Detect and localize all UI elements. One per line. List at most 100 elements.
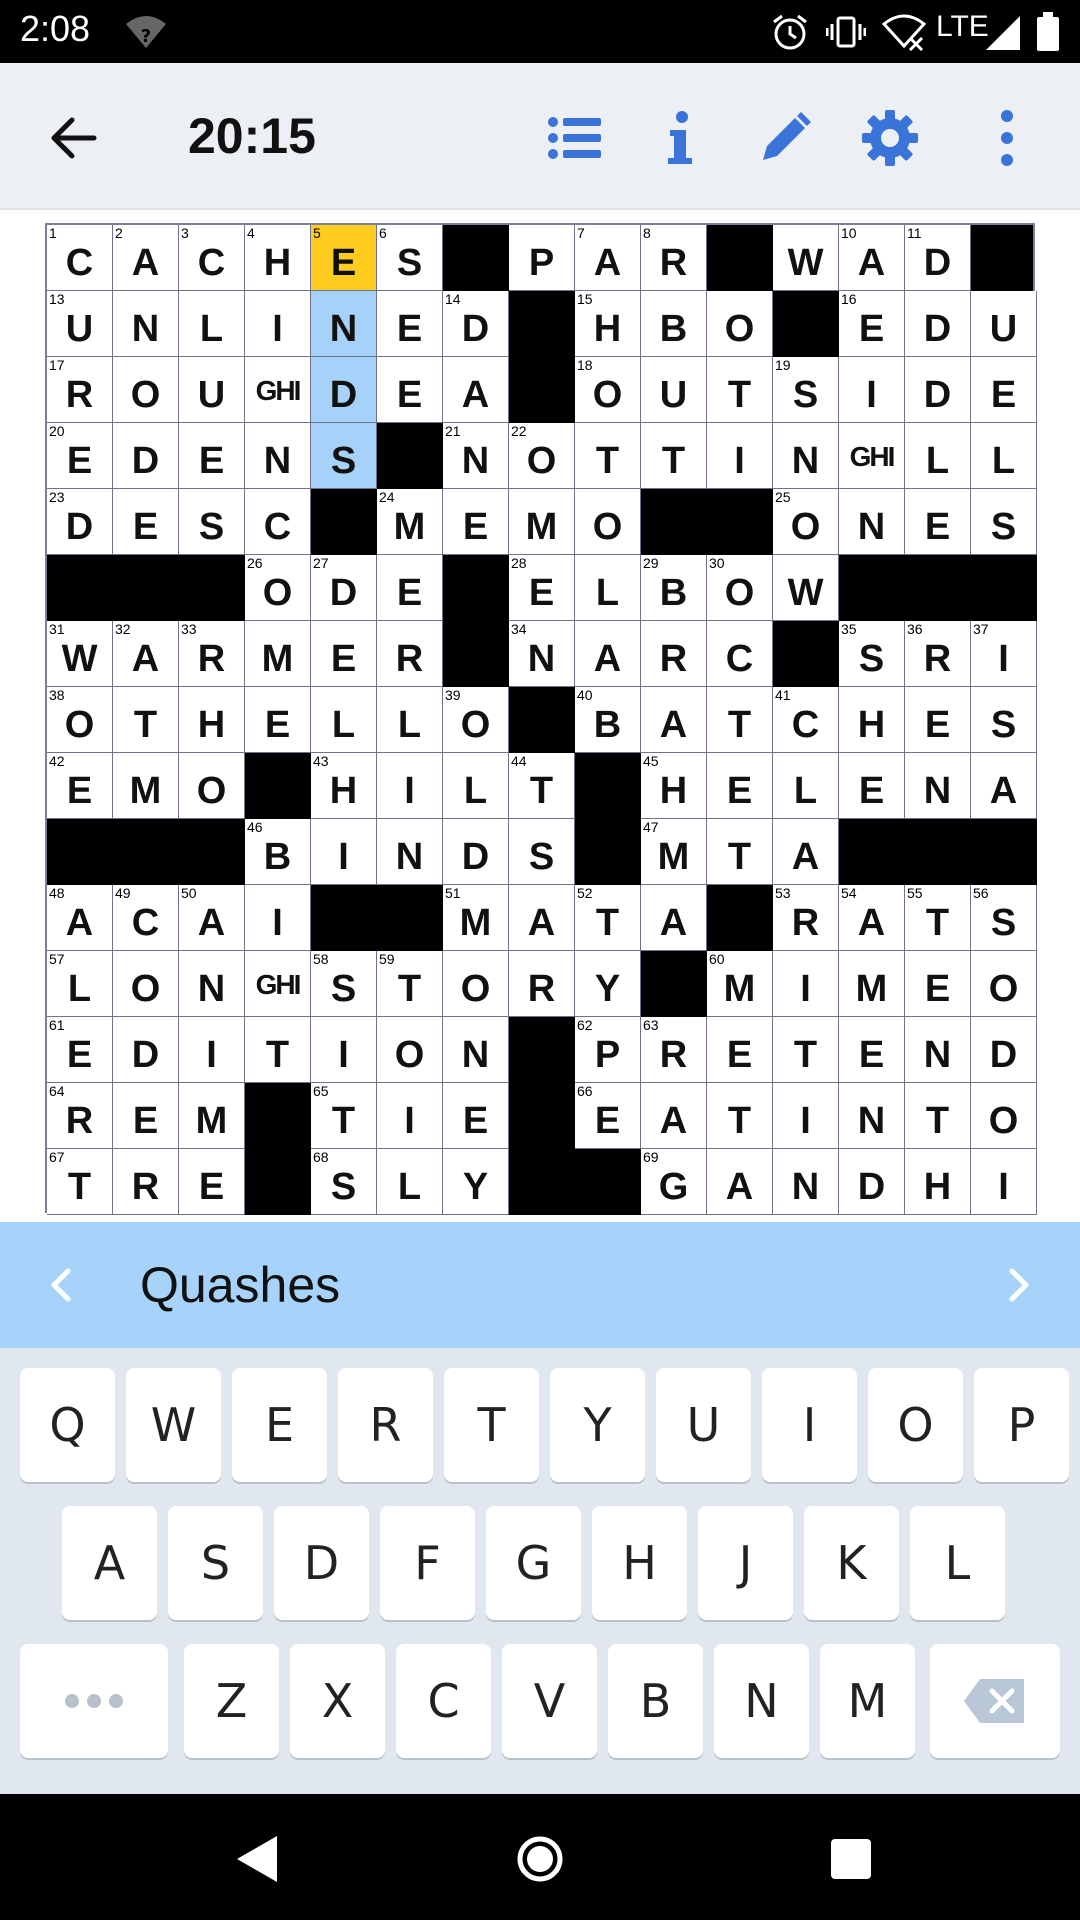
grid-cell[interactable]: 62 P (575, 1017, 641, 1083)
grid-cell[interactable]: 39 O (443, 687, 509, 753)
grid-cell[interactable]: 32 A (113, 621, 179, 687)
grid-cell[interactable]: D (905, 291, 971, 357)
grid-cell[interactable]: 13 U (47, 291, 113, 357)
key-i[interactable]: I (762, 1368, 857, 1482)
overflow-menu-icon[interactable] (972, 103, 1042, 173)
grid-cell[interactable]: 65 T (311, 1083, 377, 1149)
grid-cell[interactable]: R (509, 951, 575, 1017)
grid-cell[interactable]: N (245, 423, 311, 489)
grid-cell[interactable]: N (773, 1149, 839, 1215)
key-l[interactable]: L (910, 1506, 1005, 1620)
grid-cell[interactable]: E (179, 1149, 245, 1215)
grid-cell[interactable]: I (179, 1017, 245, 1083)
grid-cell[interactable]: R (377, 621, 443, 687)
grid-cell[interactable]: 55 T (905, 885, 971, 951)
grid-cell[interactable]: H (839, 687, 905, 753)
key-f[interactable]: F (380, 1506, 475, 1620)
grid-cell[interactable]: L (179, 291, 245, 357)
grid-cell[interactable]: E (113, 489, 179, 555)
key-d[interactable]: D (274, 1506, 369, 1620)
grid-cell[interactable]: N (311, 291, 377, 357)
grid-cell[interactable]: T (707, 819, 773, 885)
grid-cell[interactable]: E (839, 753, 905, 819)
grid-cell[interactable]: L (311, 687, 377, 753)
grid-cell[interactable]: 26 O (245, 555, 311, 621)
grid-cell[interactable]: C (707, 621, 773, 687)
grid-cell[interactable]: 43 H (311, 753, 377, 819)
key-o[interactable]: O (868, 1368, 963, 1482)
grid-cell[interactable]: I (377, 753, 443, 819)
grid-cell[interactable]: 31 W (47, 621, 113, 687)
grid-cell[interactable]: 40 B (575, 687, 641, 753)
grid-cell[interactable]: 33 R (179, 621, 245, 687)
grid-cell[interactable]: 47 M (641, 819, 707, 885)
grid-cell[interactable]: 68 S (311, 1149, 377, 1215)
info-icon[interactable] (645, 103, 715, 173)
grid-cell[interactable]: H (179, 687, 245, 753)
grid-cell[interactable]: E (839, 1017, 905, 1083)
grid-cell[interactable]: L (905, 423, 971, 489)
grid-cell[interactable]: 7A (575, 225, 641, 291)
grid-cell[interactable]: N (443, 1017, 509, 1083)
more-keys-button[interactable] (20, 1644, 168, 1758)
grid-cell[interactable]: O (377, 1017, 443, 1083)
key-t[interactable]: T (444, 1368, 539, 1482)
grid-cell[interactable]: 66 E (575, 1083, 641, 1149)
grid-cell[interactable]: D (113, 423, 179, 489)
pencil-icon[interactable] (750, 103, 820, 173)
grid-cell[interactable]: 64 R (47, 1083, 113, 1149)
key-c[interactable]: C (396, 1644, 491, 1758)
key-x[interactable]: X (290, 1644, 385, 1758)
grid-cell[interactable]: 48 A (47, 885, 113, 951)
grid-cell[interactable]: E (905, 489, 971, 555)
clue-list-icon[interactable] (540, 103, 610, 173)
grid-cell[interactable]: Y (443, 1149, 509, 1215)
grid-cell[interactable]: I (311, 1017, 377, 1083)
grid-cell[interactable]: O (971, 1083, 1037, 1149)
grid-cell[interactable]: 28 E (509, 555, 575, 621)
grid-cell[interactable]: T (707, 687, 773, 753)
grid-cell[interactable]: R (641, 621, 707, 687)
grid-cell[interactable]: I (839, 357, 905, 423)
grid-cell[interactable]: A (641, 885, 707, 951)
grid-cell[interactable]: 6S (377, 225, 443, 291)
grid-cell[interactable]: I (245, 885, 311, 951)
grid-cell[interactable]: 10 A (839, 225, 905, 291)
nav-back-icon[interactable] (222, 1824, 292, 1894)
grid-cell[interactable]: E (245, 687, 311, 753)
clue-text[interactable]: Quashes (140, 1256, 340, 1314)
grid-cell[interactable]: 35 S (839, 621, 905, 687)
grid-cell[interactable]: 27 D (311, 555, 377, 621)
grid-cell[interactable]: 59 T (377, 951, 443, 1017)
nav-recents-icon[interactable] (816, 1824, 886, 1894)
grid-cell[interactable]: N (839, 1083, 905, 1149)
grid-cell[interactable]: E (377, 555, 443, 621)
grid-cell[interactable]: I (311, 819, 377, 885)
grid-cell[interactable]: S (971, 489, 1037, 555)
grid-cell[interactable]: 24 M (377, 489, 443, 555)
grid-cell[interactable]: 30 O (707, 555, 773, 621)
grid-cell[interactable]: D (971, 1017, 1037, 1083)
grid-cell[interactable]: I (377, 1083, 443, 1149)
grid-cell[interactable]: 11 D (905, 225, 971, 291)
grid-cell[interactable]: E (377, 357, 443, 423)
grid-cell[interactable]: T (575, 423, 641, 489)
grid-cell[interactable]: 63 R (641, 1017, 707, 1083)
grid-cell[interactable]: 61 E (47, 1017, 113, 1083)
grid-cell[interactable]: R (113, 1149, 179, 1215)
grid-cell[interactable]: L (377, 687, 443, 753)
key-m[interactable]: M (820, 1644, 915, 1758)
grid-cell[interactable]: O (179, 753, 245, 819)
grid-cell[interactable]: S (971, 687, 1037, 753)
grid-cell[interactable]: 1C (47, 225, 113, 291)
grid-cell[interactable]: S (509, 819, 575, 885)
grid-cell[interactable]: L (377, 1149, 443, 1215)
grid-cell[interactable]: GHI (245, 357, 311, 423)
grid-cell[interactable]: 37 I (971, 621, 1037, 687)
grid-cell[interactable]: N (113, 291, 179, 357)
grid-cell[interactable]: 19 S (773, 357, 839, 423)
grid-cell[interactable]: I (245, 291, 311, 357)
grid-cell[interactable]: M (113, 753, 179, 819)
grid-cell[interactable]: 16 E (839, 291, 905, 357)
grid-cell[interactable]: E (905, 687, 971, 753)
